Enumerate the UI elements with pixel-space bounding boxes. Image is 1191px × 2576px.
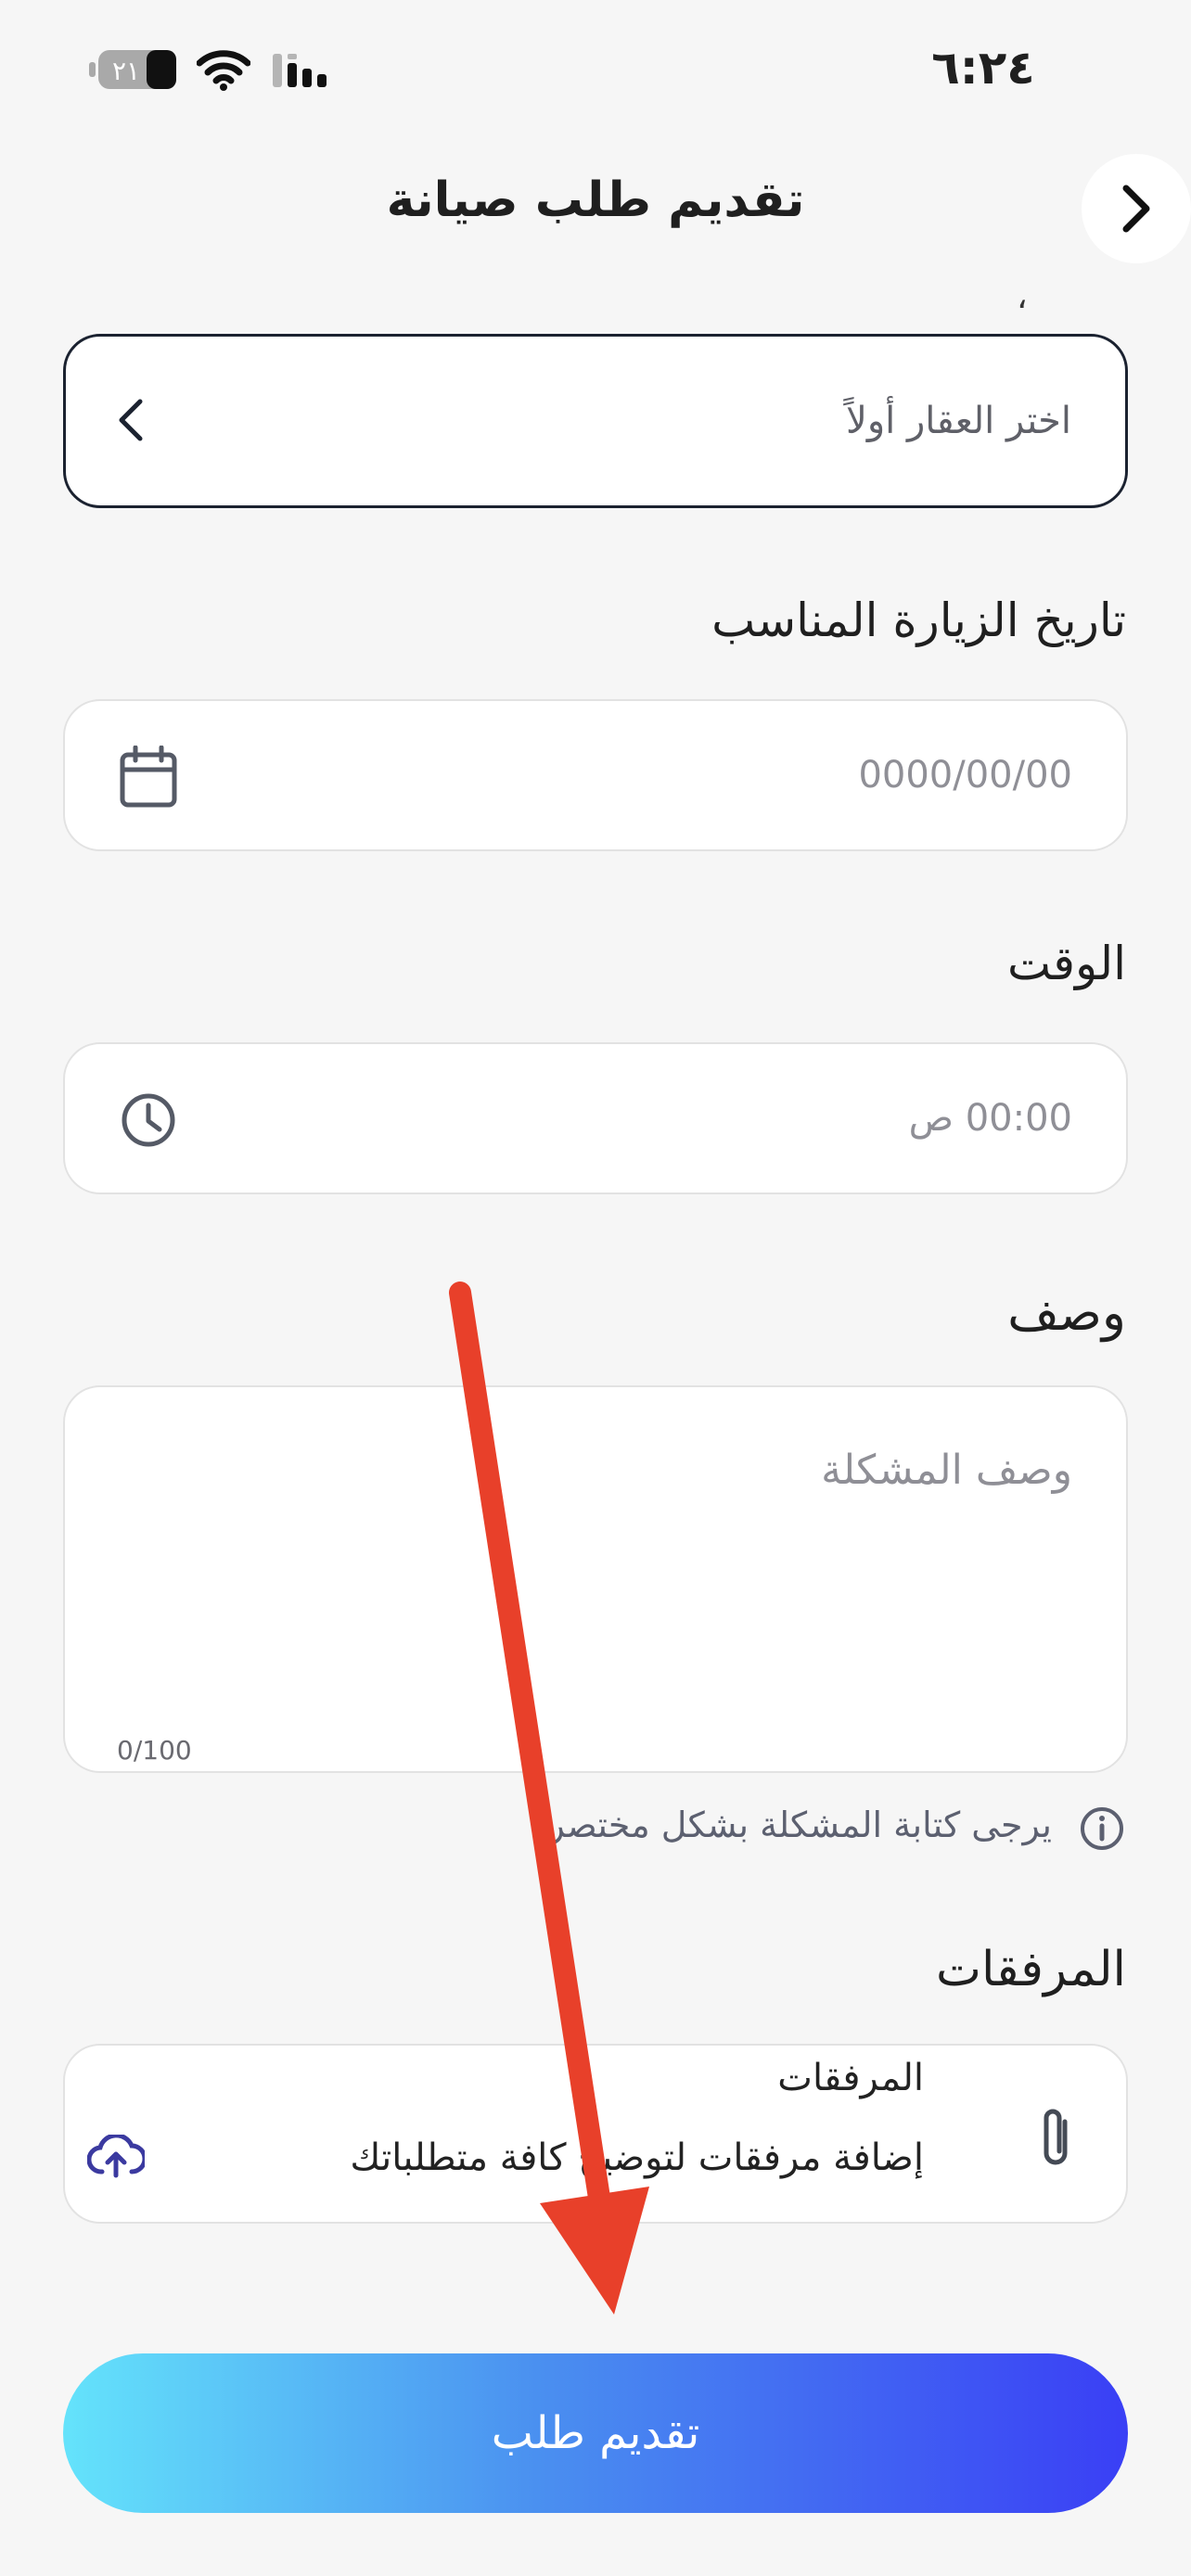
wifi-icon	[196, 48, 251, 91]
description-hint: يرجى كتابة المشكلة بشكل مختصر	[547, 1804, 1052, 1845]
submit-button[interactable]: تقديم طلب	[63, 2353, 1128, 2513]
status-time: ٦:٢٤	[931, 41, 1035, 95]
time-label: الوقت	[1007, 937, 1126, 990]
visit-date-input[interactable]: 0000/00/00	[63, 699, 1128, 851]
description-textarea[interactable]: وصف المشكلة 0/100	[63, 1385, 1128, 1773]
visit-date-label: تاريخ الزيارة المناسب	[711, 593, 1126, 647]
property-select[interactable]: اختر العقار أولاً	[63, 334, 1128, 508]
attachments-box-title: المرفقات	[777, 2057, 924, 2099]
page-title: تقديم طلب صيانة	[386, 172, 805, 228]
property-select-placeholder: اختر العقار أولاً	[846, 400, 1071, 442]
signal-icon	[271, 48, 336, 91]
time-input[interactable]: 00:00 ص	[63, 1042, 1128, 1194]
chevron-left-icon	[119, 399, 143, 441]
clock-icon	[122, 1093, 175, 1147]
battery-icon: ٢١	[89, 48, 178, 91]
visit-date-placeholder: 0000/00/00	[858, 754, 1072, 797]
attachments-label: المرفقات	[935, 1942, 1126, 1997]
paperclip-icon	[1044, 2109, 1068, 2165]
description-label: وصف	[1007, 1283, 1126, 1342]
info-icon	[1081, 1807, 1123, 1850]
char-counter: 0/100	[117, 1735, 192, 1766]
partial-label: ،	[1017, 278, 1028, 316]
battery-level: ٢١	[112, 56, 140, 86]
attachments-box[interactable]	[63, 2044, 1128, 2224]
description-placeholder: وصف المشكلة	[821, 1447, 1072, 1494]
back-button[interactable]	[1082, 154, 1191, 263]
calendar-icon	[120, 746, 177, 808]
cloud-upload-icon[interactable]	[87, 2135, 145, 2179]
submit-button-label: تقديم طلب	[491, 2407, 700, 2459]
chevron-right-icon	[1122, 185, 1150, 233]
time-placeholder: 00:00 ص	[908, 1097, 1072, 1140]
attachments-box-subtitle: إضافة مرفقات لتوضيح كافة متطلباتك	[350, 2136, 924, 2179]
